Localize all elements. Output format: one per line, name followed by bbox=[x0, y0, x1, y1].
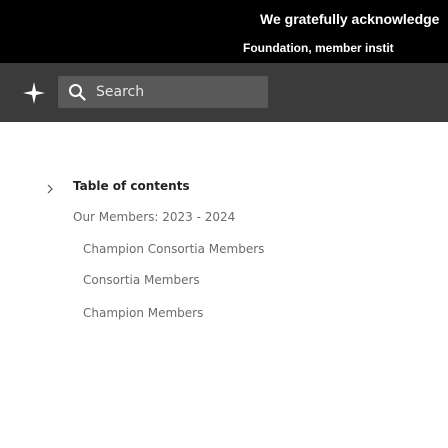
diamond-logo-icon[interactable] bbox=[22, 81, 46, 105]
site-header: Search bbox=[0, 63, 448, 122]
chevron-right-icon[interactable] bbox=[47, 184, 53, 194]
toc-title: Table of contents bbox=[73, 179, 190, 193]
banner-foundation-text: Foundation, member instit bbox=[243, 41, 394, 55]
table-of-contents: Table of contents Our Members: 2023 - 20… bbox=[0, 122, 448, 448]
toc-item-consortia-members[interactable]: Consortia Members bbox=[83, 273, 200, 287]
toc-item-our-members[interactable]: Our Members: 2023 - 2024 bbox=[73, 210, 235, 224]
page: We gratefully acknowledge Foundation, me… bbox=[0, 0, 448, 448]
toc-item-champion-consortia-members[interactable]: Champion Consortia Members bbox=[83, 242, 264, 256]
toc-item-champion-members[interactable]: Champion Members bbox=[83, 306, 203, 320]
banner-acknowledgement-text: We gratefully acknowledge bbox=[260, 11, 440, 27]
search-icon bbox=[69, 84, 86, 101]
search-label: Search bbox=[96, 84, 145, 100]
support-banner: We gratefully acknowledge Foundation, me… bbox=[0, 0, 448, 63]
search-button[interactable]: Search bbox=[58, 76, 268, 108]
